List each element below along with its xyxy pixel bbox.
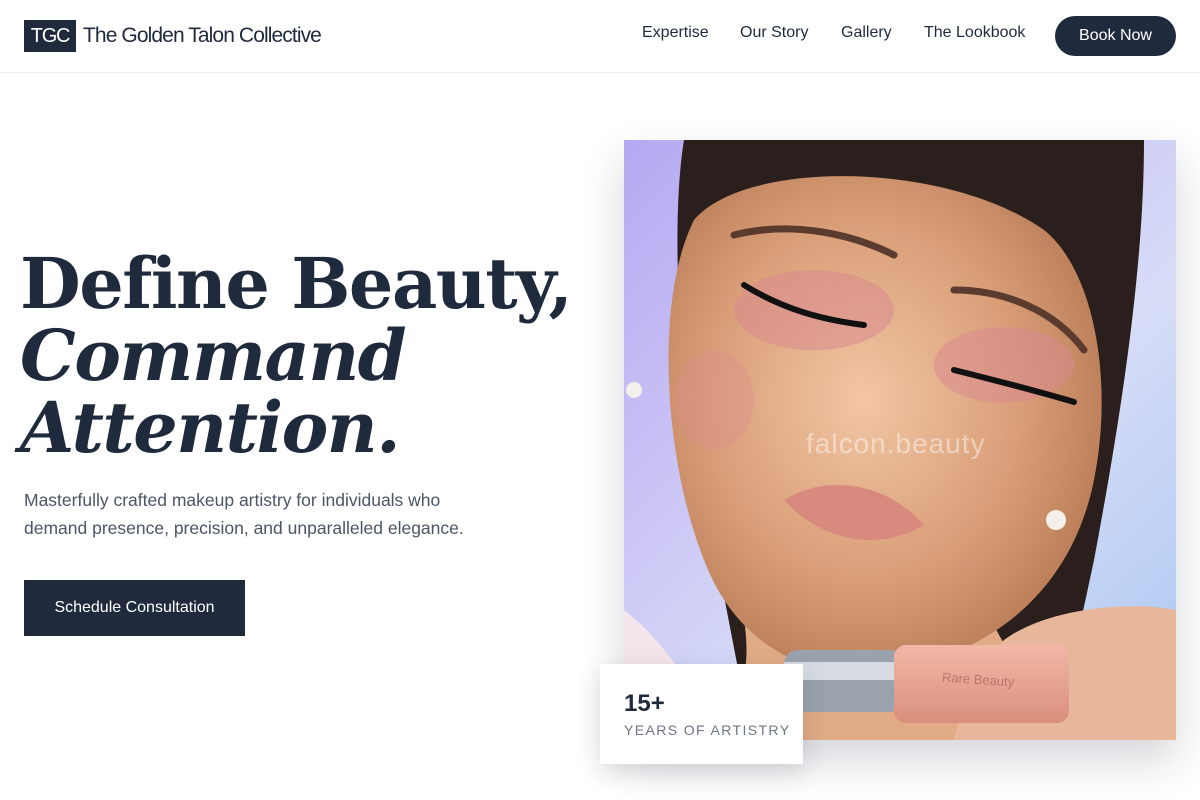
- hero-image: falcon.beauty Rare Beauty: [624, 140, 1176, 740]
- nav-link-gallery[interactable]: Gallery: [841, 24, 892, 42]
- schedule-consultation-button[interactable]: Schedule Consultation: [24, 580, 245, 636]
- stat-label: YEARS OF ARTISTRY: [624, 722, 791, 738]
- brand-name: The Golden Talon Collective: [83, 24, 322, 47]
- site-header: TGC The Golden Talon Collective Expertis…: [0, 0, 1200, 73]
- image-watermark: falcon.beauty: [806, 428, 986, 459]
- hero-headline: Define Beauty, Command Attention.: [20, 248, 580, 464]
- stat-value: 15+: [624, 690, 665, 717]
- brand-logo[interactable]: TGC The Golden Talon Collective: [24, 20, 322, 52]
- nav-link-our-story[interactable]: Our Story: [740, 24, 808, 42]
- headline-line-3: Attention.: [20, 386, 401, 469]
- logo-mark: TGC: [24, 20, 76, 52]
- headline-line-2: Command: [20, 314, 407, 397]
- headline-line-1: Define Beauty,: [20, 242, 573, 325]
- book-now-button[interactable]: Book Now: [1055, 16, 1176, 56]
- years-stat-card: 15+ YEARS OF ARTISTRY: [600, 664, 803, 764]
- hero-subtext: Masterfully crafted makeup artistry for …: [24, 490, 464, 538]
- nav-link-expertise[interactable]: Expertise: [642, 24, 709, 42]
- nav-link-lookbook[interactable]: The Lookbook: [924, 24, 1025, 42]
